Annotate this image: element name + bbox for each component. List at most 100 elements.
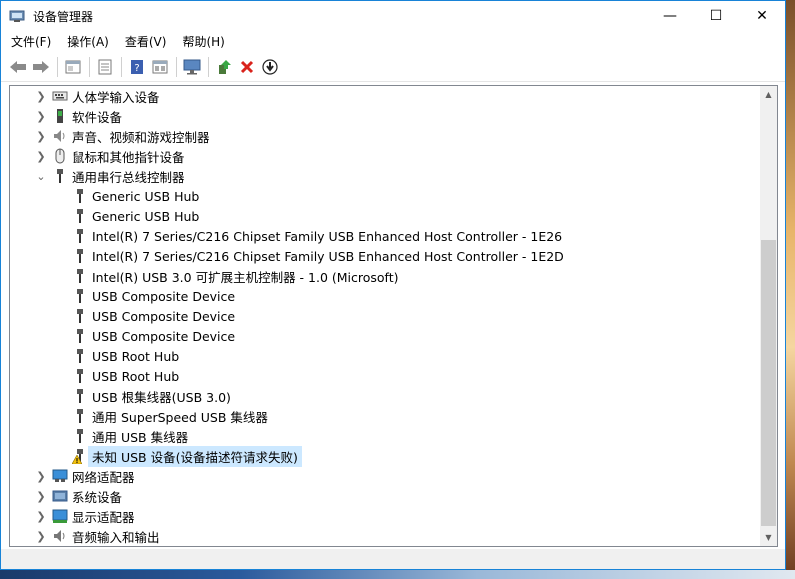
tree-device[interactable]: Generic USB Hub [10,186,760,206]
tree-device-label: USB Root Hub [92,348,180,364]
tree-device-unknown-usb[interactable]: 未知 USB 设备(设备描述符请求失败) [10,445,760,467]
help-icon[interactable]: ? [126,56,148,78]
usb-device-icon [72,408,88,424]
close-button[interactable]: ✕ [739,1,785,31]
menu-file[interactable]: 文件(F) [3,31,59,53]
tree-category-label: 通用串行总线控制器 [72,169,185,185]
back-icon[interactable] [7,56,29,78]
mouse-icon [52,148,68,164]
taskbar-edge [0,570,795,579]
device-manager-icon [9,8,25,24]
audio-io-icon [52,528,68,544]
usb-device-icon [72,268,88,284]
network-adapter-icon [52,468,68,484]
minimize-button[interactable]: — [647,1,693,31]
warning-usb-device-icon [72,448,88,464]
tree-device[interactable]: USB Composite Device [10,306,760,326]
toolbar-separator [57,57,58,77]
tree-device[interactable]: 通用 USB 集线器 [10,426,760,446]
update-driver-icon[interactable] [213,56,235,78]
usb-device-icon [72,328,88,344]
usb-device-icon [72,248,88,264]
sound-icon [52,128,68,144]
chevron-right-icon[interactable]: ❯ [34,130,48,143]
chevron-right-icon[interactable]: ❯ [34,490,48,503]
tree-device[interactable]: USB Composite Device [10,286,760,306]
toolbar-separator [121,57,122,77]
uninstall-icon[interactable] [236,56,258,78]
toolbar-separator [208,57,209,77]
title-bar[interactable]: 设备管理器 — ☐ ✕ [1,1,785,31]
chevron-right-icon[interactable]: ❯ [34,530,48,543]
tree-device[interactable]: Intel(R) USB 3.0 可扩展主机控制器 - 1.0 (Microso… [10,266,760,286]
chevron-right-icon[interactable]: ❯ [34,110,48,123]
tree-category-label: 鼠标和其他指针设备 [72,149,185,165]
tree-category-label: 音频输入和输出 [72,529,160,545]
usb-device-icon [72,428,88,444]
usb-icon [52,168,68,184]
maximize-button[interactable]: ☐ [693,1,739,31]
monitor-icon[interactable] [181,56,203,78]
menu-action[interactable]: 操作(A) [59,31,117,53]
tree-device-label: 未知 USB 设备(设备描述符请求失败) [88,445,302,467]
tree-device[interactable]: Intel(R) 7 Series/C216 Chipset Family US… [10,226,760,246]
usb-device-icon [72,188,88,204]
tree-device[interactable]: USB 根集线器(USB 3.0) [10,386,760,406]
tree-device[interactable]: USB Root Hub [10,366,760,386]
tree-category-usb[interactable]: ⌄ 通用串行总线控制器 [10,166,760,186]
scroll-up-icon[interactable]: ▲ [760,86,777,103]
tree-device-label: Generic USB Hub [92,188,200,204]
tree-device-label: 通用 USB 集线器 [92,429,189,445]
tree-category-label: 声音、视频和游戏控制器 [72,129,210,145]
device-tree: ❯ 人体学输入设备 ❯ 软件设备 ❯ 声音、视频和游戏控制器 ❯ 鼠标和其他指针… [10,86,760,546]
usb-device-icon [72,388,88,404]
scroll-down-icon[interactable]: ▼ [760,529,777,546]
tree-device-label: Intel(R) 7 Series/C216 Chipset Family US… [92,248,564,264]
menu-view[interactable]: 查看(V) [117,31,175,53]
software-device-icon [52,108,68,124]
tree-category-hid[interactable]: ❯ 人体学输入设备 [10,86,760,106]
view-icon[interactable] [149,56,171,78]
forward-icon[interactable] [30,56,52,78]
tree-category-software[interactable]: ❯ 软件设备 [10,106,760,126]
chevron-right-icon[interactable]: ❯ [34,90,48,103]
vertical-scrollbar[interactable]: ▲ ▼ [760,86,777,546]
tree-device-label: Intel(R) 7 Series/C216 Chipset Family US… [92,228,563,244]
scrollbar-thumb[interactable] [761,240,776,526]
tree-device[interactable]: Intel(R) 7 Series/C216 Chipset Family US… [10,246,760,266]
tree-category-label: 人体学输入设备 [72,89,160,105]
chevron-right-icon[interactable]: ❯ [34,470,48,483]
tree-device[interactable]: 通用 SuperSpeed USB 集线器 [10,406,760,426]
usb-device-icon [72,288,88,304]
tree-device-label: 通用 SuperSpeed USB 集线器 [92,409,268,425]
tree-device[interactable]: USB Composite Device [10,326,760,346]
tree-category-sound[interactable]: ❯ 声音、视频和游戏控制器 [10,126,760,146]
usb-device-icon [72,228,88,244]
list-icon[interactable] [94,56,116,78]
tree-device-label: Intel(R) USB 3.0 可扩展主机控制器 - 1.0 (Microso… [92,269,399,285]
usb-device-icon [72,368,88,384]
tree-device-label: USB Composite Device [92,288,236,304]
tree-device-label: USB Composite Device [92,308,236,324]
menu-help[interactable]: 帮助(H) [174,31,232,53]
tree-category-network[interactable]: ❯ 网络适配器 [10,466,760,486]
tree-category-mouse[interactable]: ❯ 鼠标和其他指针设备 [10,146,760,166]
status-bar [1,549,785,569]
chevron-down-icon[interactable]: ⌄ [34,170,48,183]
tree-device[interactable]: USB Root Hub [10,346,760,366]
chevron-right-icon[interactable]: ❯ [34,150,48,163]
window-title: 设备管理器 [33,9,94,24]
tree-device-label: USB Root Hub [92,368,180,384]
toolbar-separator [89,57,90,77]
device-tree-panel: ❯ 人体学输入设备 ❯ 软件设备 ❯ 声音、视频和游戏控制器 ❯ 鼠标和其他指针… [9,85,778,547]
tree-category-label: 软件设备 [72,109,123,125]
tree-category-display[interactable]: ❯ 显示适配器 [10,506,760,526]
disable-icon[interactable] [259,56,281,78]
tree-category-audio-io[interactable]: ❯ 音频输入和输出 [10,526,760,546]
chevron-right-icon[interactable]: ❯ [34,510,48,523]
tree-device-label: USB 根集线器(USB 3.0) [92,389,231,405]
tree-category-system[interactable]: ❯ 系统设备 [10,486,760,506]
properties-icon[interactable] [62,56,84,78]
tree-category-label: 系统设备 [72,489,123,505]
tree-device[interactable]: Generic USB Hub [10,206,760,226]
